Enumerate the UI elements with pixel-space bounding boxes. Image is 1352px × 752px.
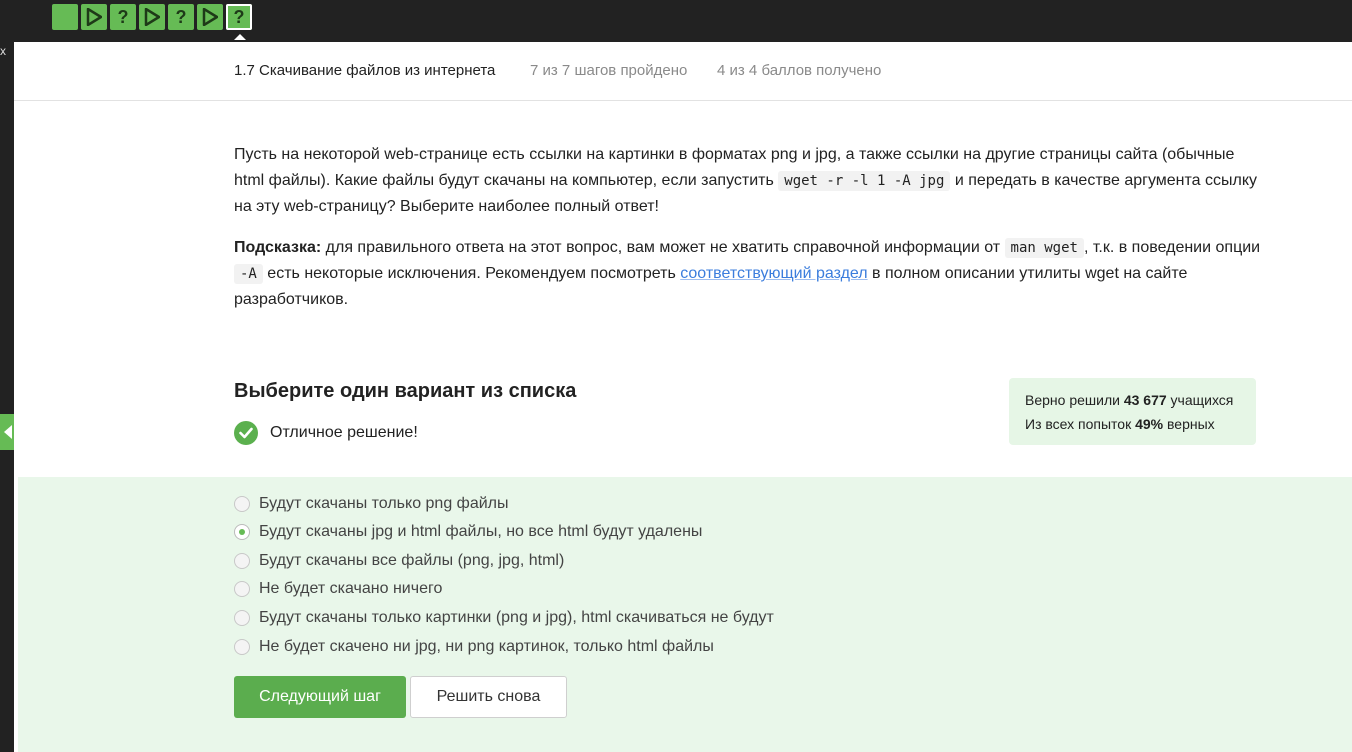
radio-button[interactable] [234, 496, 250, 512]
docs-link[interactable]: соответствующий раздел [680, 265, 867, 282]
step-2-play-icon[interactable] [81, 4, 107, 30]
radio-button[interactable] [234, 553, 250, 569]
code-snippet: wget -r -l 1 -A jpg [778, 171, 951, 191]
step-navigation: ? ? ? [52, 4, 252, 40]
left-sidebar-strip: x [0, 42, 14, 752]
steps-progress: 7 из 7 шагов пройдено [530, 62, 688, 79]
step-7-question-icon-current[interactable]: ? [226, 4, 252, 40]
check-icon [234, 421, 258, 445]
radio-button-checked[interactable] [234, 524, 250, 540]
attempts-stat: Из всех попыток 49% верных [1025, 416, 1215, 432]
solve-again-button[interactable]: Решить снова [410, 676, 567, 718]
feedback-text: Отличное решение! [270, 424, 418, 441]
answer-option[interactable]: Не будет скачано ничего [234, 580, 442, 598]
answer-option[interactable]: Будут скачаны только png файлы [234, 495, 509, 513]
collapse-sidebar-arrow-icon[interactable] [0, 414, 14, 450]
question-text: Пусть на некоторой web-странице есть ссы… [234, 146, 1258, 215]
stats-panel: Верно решили 43 677 учащихся Из всех поп… [1009, 378, 1256, 445]
quiz-title: Выберите один вариант из списка [234, 380, 577, 402]
hint-label: Подсказка: [234, 239, 322, 256]
solved-stat: Верно решили 43 677 учащихся [1025, 392, 1234, 408]
code-snippet: -A [234, 264, 263, 284]
answer-options-panel: Будут скачаны только png файлы Будут ска… [18, 477, 1352, 752]
answer-option[interactable]: Не будет скачено ни jpg, ни png картинок… [234, 638, 714, 656]
answer-option[interactable]: Будут скачаны только картинки (png и jpg… [234, 609, 774, 627]
step-3-question-icon[interactable]: ? [110, 4, 136, 30]
answer-option-selected[interactable]: Будут скачаны jpg и html файлы, но все h… [234, 523, 702, 541]
step-4-play-icon[interactable] [139, 4, 165, 30]
top-bar: ? ? ? [0, 0, 1352, 42]
step-1-text-step-icon[interactable] [52, 4, 78, 30]
radio-button[interactable] [234, 581, 250, 597]
step-6-play-icon[interactable] [197, 4, 223, 30]
feedback-message: Отличное решение! [234, 421, 418, 445]
answer-option[interactable]: Будут скачаны все файлы (png, jpg, html) [234, 552, 564, 570]
code-snippet: man wget [1004, 238, 1084, 258]
radio-button[interactable] [234, 610, 250, 626]
lesson-header: 1.7 Скачивание файлов из интернета 7 из … [14, 42, 1352, 101]
radio-button[interactable] [234, 639, 250, 655]
step-5-question-icon[interactable]: ? [168, 4, 194, 30]
lesson-title[interactable]: 1.7 Скачивание файлов из интернета [234, 62, 495, 79]
next-step-button[interactable]: Следующий шаг [234, 676, 406, 718]
points-progress: 4 из 4 баллов получено [717, 62, 882, 79]
close-icon[interactable]: x [0, 44, 6, 58]
hint-text: Подсказка: для правильного ответа на это… [234, 238, 1261, 308]
